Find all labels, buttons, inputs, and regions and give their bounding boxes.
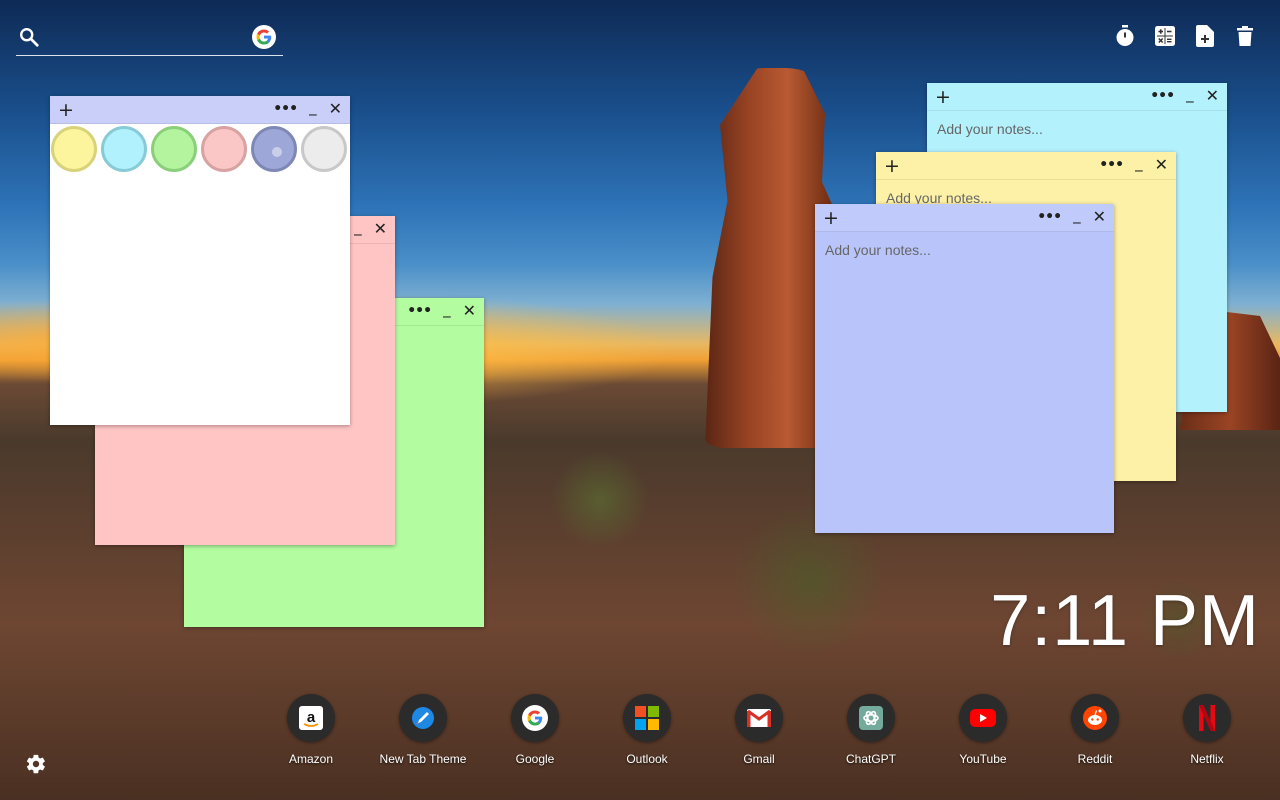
minimize-icon[interactable]: _	[309, 98, 317, 116]
sticky-note-blue[interactable]: + ••• _ ✕	[815, 204, 1114, 533]
color-swatch-pink[interactable]	[201, 126, 247, 172]
reddit-icon	[1071, 694, 1119, 742]
shortcut-label: Google	[515, 752, 555, 766]
shortcut-youtube[interactable]: YouTube	[927, 694, 1039, 766]
minimize-icon[interactable]: _	[1073, 206, 1081, 224]
shortcut-chatgpt[interactable]: ChatGPT	[815, 694, 927, 766]
timer-icon[interactable]	[1114, 24, 1136, 48]
note-header[interactable]: + ••• _ ✕	[876, 152, 1176, 180]
color-palette	[50, 124, 350, 174]
minimize-icon[interactable]: _	[1186, 85, 1194, 103]
color-swatch-green[interactable]	[151, 126, 197, 172]
search-bar	[16, 20, 283, 56]
close-icon[interactable]: ✕	[329, 100, 342, 118]
sticky-note-white[interactable]: + ••• _ ✕	[50, 96, 350, 425]
shortcut-bar: a Amazon New Tab Theme Google Outlook Gm…	[255, 694, 1263, 766]
netflix-icon	[1183, 694, 1231, 742]
close-icon[interactable]: ✕	[1206, 87, 1219, 105]
more-icon[interactable]: •••	[1099, 156, 1124, 174]
add-note-icon[interactable]: +	[935, 87, 951, 107]
trash-icon[interactable]	[1234, 24, 1256, 48]
more-icon[interactable]: •••	[1150, 87, 1175, 105]
shortcut-label: Outlook	[626, 752, 668, 766]
add-note-icon[interactable]: +	[823, 208, 839, 228]
calculator-icon[interactable]	[1154, 24, 1176, 48]
shortcut-reddit[interactable]: Reddit	[1039, 694, 1151, 766]
shortcut-label: Netflix	[1190, 752, 1224, 766]
more-icon[interactable]: •••	[273, 100, 298, 118]
shortcut-new-tab-theme[interactable]: New Tab Theme	[367, 694, 479, 766]
shortcut-label: ChatGPT	[845, 752, 896, 766]
google-icon	[511, 694, 559, 742]
search-input[interactable]	[48, 24, 248, 50]
add-note-icon[interactable]: +	[58, 100, 74, 120]
shortcut-label: YouTube	[959, 752, 1007, 766]
shortcut-amazon[interactable]: a Amazon	[255, 694, 367, 766]
minimize-icon[interactable]: _	[1135, 154, 1143, 172]
note-header[interactable]: + ••• _ ✕	[50, 96, 350, 124]
minimize-icon[interactable]: _	[443, 300, 451, 318]
gmail-icon	[735, 694, 783, 742]
color-swatch-yellow[interactable]	[51, 126, 97, 172]
shortcut-netflix[interactable]: Netflix	[1151, 694, 1263, 766]
youtube-icon	[959, 694, 1007, 742]
close-icon[interactable]: ✕	[1155, 156, 1168, 174]
color-swatch-cyan[interactable]	[101, 126, 147, 172]
shortcut-label: New Tab Theme	[379, 752, 467, 766]
shortcut-google[interactable]: Google	[479, 694, 591, 766]
shortcut-label: Reddit	[1077, 752, 1113, 766]
search-icon[interactable]	[18, 26, 40, 48]
chatgpt-icon	[847, 694, 895, 742]
close-icon[interactable]: ✕	[463, 302, 476, 320]
close-icon[interactable]: ✕	[1093, 208, 1106, 226]
note-text-area[interactable]	[815, 232, 1114, 522]
toolbar	[1114, 24, 1256, 48]
close-icon[interactable]: ✕	[374, 220, 387, 238]
shortcut-outlook[interactable]: Outlook	[591, 694, 703, 766]
note-header[interactable]: + ••• _ ✕	[815, 204, 1114, 232]
new-tab-theme-icon	[399, 694, 447, 742]
shortcut-label: Gmail	[743, 752, 775, 766]
color-swatch-gray[interactable]	[301, 126, 347, 172]
note-header[interactable]: + ••• _ ✕	[927, 83, 1227, 111]
new-note-icon[interactable]	[1194, 24, 1216, 48]
gear-icon[interactable]	[25, 753, 47, 775]
more-icon[interactable]: •••	[1037, 208, 1062, 226]
add-note-icon[interactable]: +	[884, 156, 900, 176]
google-icon[interactable]	[252, 25, 276, 49]
clock: 7:11 PM	[990, 581, 1260, 661]
outlook-icon	[623, 694, 671, 742]
amazon-icon: a	[287, 694, 335, 742]
more-icon[interactable]: •••	[407, 302, 432, 320]
color-swatch-blue[interactable]	[251, 126, 297, 172]
minimize-icon[interactable]: _	[354, 218, 362, 236]
svg-text:a: a	[307, 709, 316, 726]
shortcut-gmail[interactable]: Gmail	[703, 694, 815, 766]
shortcut-label: Amazon	[288, 752, 334, 766]
